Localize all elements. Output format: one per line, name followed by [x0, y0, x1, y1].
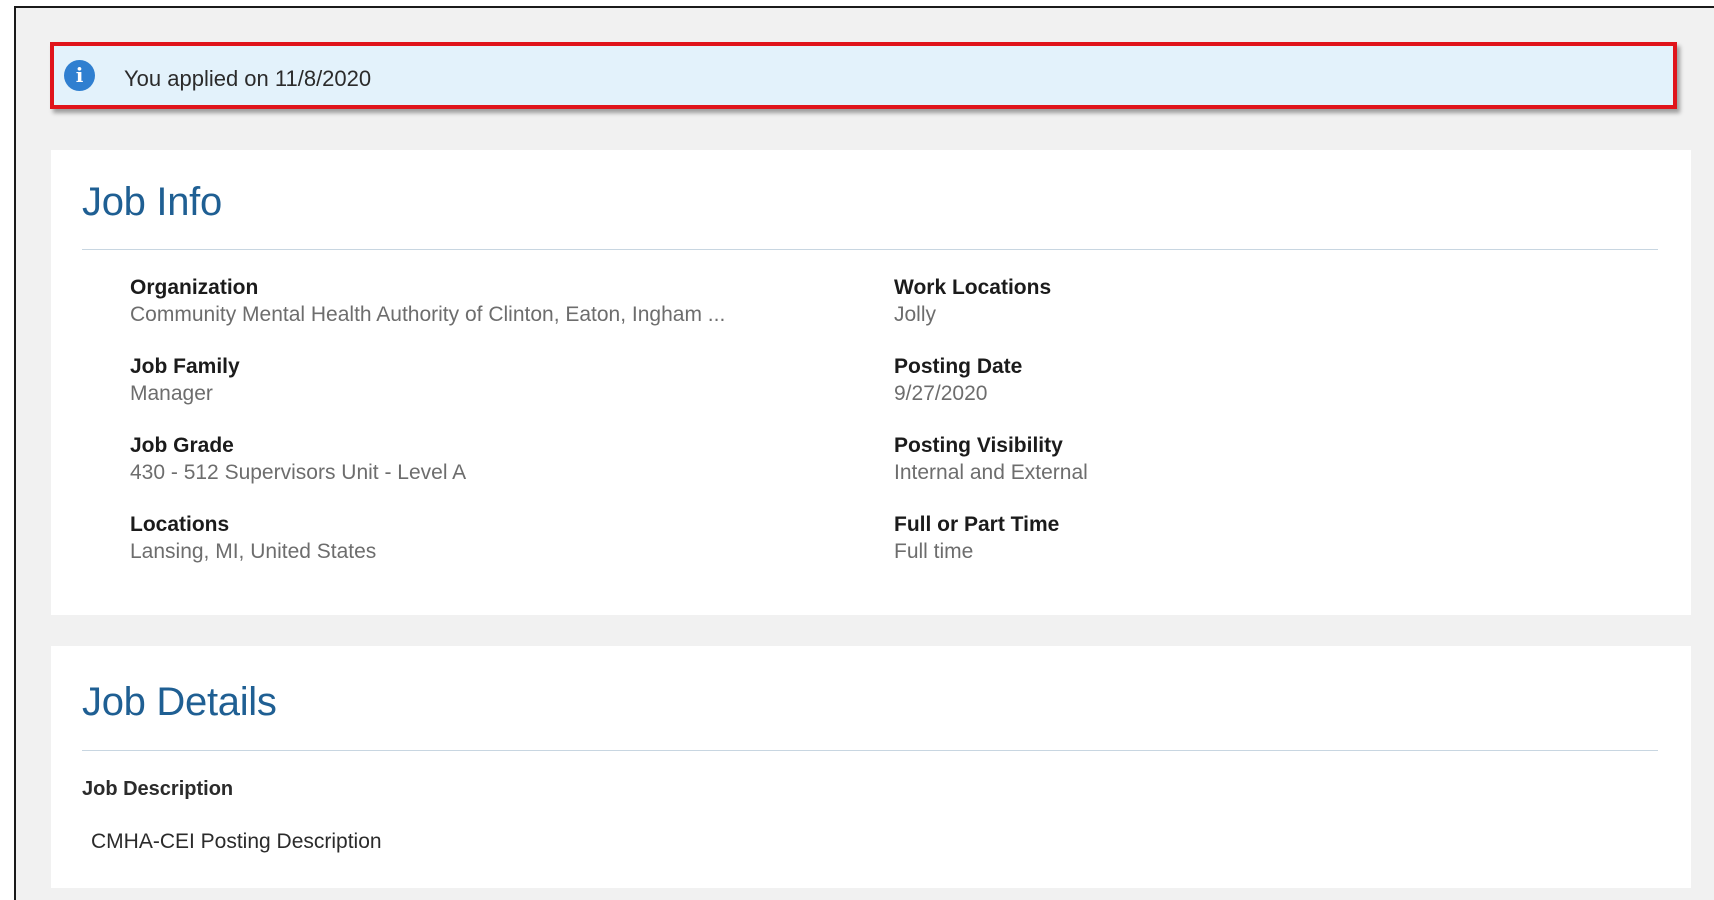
field-value: Manager	[130, 382, 213, 405]
info-icon: i	[64, 60, 95, 91]
field-label: Job Family	[130, 355, 240, 378]
field-label: Organization	[130, 276, 259, 299]
field-value: 9/27/2020	[894, 382, 988, 405]
field-value: 430 - 512 Supervisors Unit - Level A	[130, 461, 467, 484]
field-full-or-part-time: Full or Part Time Full time	[894, 512, 1614, 565]
job-details-divider	[82, 750, 1658, 751]
field-job-family: Job Family Manager	[130, 354, 850, 407]
field-value: Internal and External	[894, 461, 1088, 484]
field-value: Full time	[894, 540, 974, 563]
job-info-divider	[82, 249, 1658, 250]
field-work-locations: Work Locations Jolly	[894, 275, 1614, 328]
applied-notice-text: You applied on 11/8/2020	[124, 66, 372, 91]
job-description-text: CMHA-CEI Posting Description	[91, 830, 382, 853]
field-posting-date: Posting Date 9/27/2020	[894, 354, 1614, 407]
field-posting-visibility: Posting Visibility Internal and External	[894, 433, 1614, 486]
job-info-section: Job Info Organization Community Mental H…	[51, 150, 1691, 615]
field-value: Community Mental Health Authority of Cli…	[130, 303, 726, 326]
field-label: Job Grade	[130, 434, 234, 457]
field-label: Work Locations	[894, 276, 1052, 299]
page-frame: i You applied on 11/8/2020 Job Info Orga…	[14, 6, 1714, 900]
field-value: Lansing, MI, United States	[130, 540, 377, 563]
job-info-title: Job Info	[82, 180, 222, 224]
job-details-title: Job Details	[82, 680, 277, 724]
job-details-section: Job Details Job Description CMHA-CEI Pos…	[51, 646, 1691, 888]
applied-notice-banner: i You applied on 11/8/2020	[50, 42, 1677, 109]
field-label: Full or Part Time	[894, 513, 1060, 536]
field-value: Jolly	[894, 303, 937, 326]
field-organization: Organization Community Mental Health Aut…	[130, 275, 850, 328]
field-label: Posting Date	[894, 355, 1023, 378]
field-locations: Locations Lansing, MI, United States	[130, 512, 850, 565]
job-description-label: Job Description	[82, 778, 234, 800]
field-label: Posting Visibility	[894, 434, 1063, 457]
field-job-grade: Job Grade 430 - 512 Supervisors Unit - L…	[130, 433, 850, 486]
field-label: Locations	[130, 513, 230, 536]
